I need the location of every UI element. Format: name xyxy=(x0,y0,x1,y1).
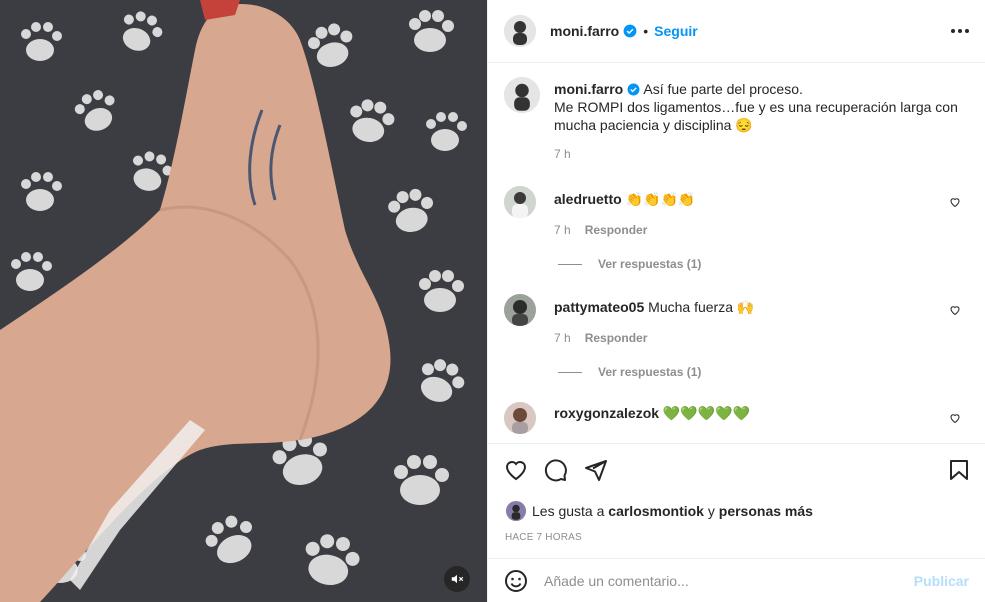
comment-icon[interactable] xyxy=(544,458,568,482)
comment-username[interactable]: roxygonzalezok xyxy=(554,405,659,421)
post-actions: Les gusta a carlosmontiok y personas más… xyxy=(488,443,985,559)
publish-button[interactable]: Publicar xyxy=(914,573,969,589)
comment-text: 👏👏👏👏 xyxy=(625,191,696,207)
share-icon[interactable] xyxy=(584,458,608,482)
add-comment-bar: Publicar xyxy=(488,558,985,602)
more-options-icon[interactable] xyxy=(951,29,969,33)
mute-icon xyxy=(451,574,464,584)
heart-icon[interactable] xyxy=(504,458,528,482)
view-replies-button[interactable]: Ver respuestas (1) xyxy=(558,365,701,379)
mute-button[interactable] xyxy=(444,566,470,592)
comment-text: 💚💚💚💚💚 xyxy=(662,405,751,421)
post-header: moni.farro • Seguir xyxy=(488,0,985,63)
post-photo xyxy=(0,0,487,602)
caption-time[interactable]: 7 h xyxy=(554,147,974,161)
comment-input[interactable] xyxy=(542,571,914,590)
comment-username[interactable]: aledruetto xyxy=(554,191,622,207)
likes-user[interactable]: carlosmontiok xyxy=(608,503,704,519)
bookmark-icon[interactable] xyxy=(947,458,971,482)
post-timestamp[interactable]: HACE 7 HORAS xyxy=(505,532,582,543)
reply-button[interactable]: Responder xyxy=(585,331,648,345)
post-image[interactable] xyxy=(0,0,487,602)
comment-text: Mucha fuerza 🙌 xyxy=(648,299,755,315)
avatar[interactable] xyxy=(504,15,536,47)
caption-line-2: Me ROMPI dos ligamentos…fue y es una rec… xyxy=(554,99,958,115)
verified-icon xyxy=(623,24,637,38)
avatar[interactable] xyxy=(506,501,526,521)
likes-connector: y xyxy=(707,503,715,519)
comment-time[interactable]: 7 h xyxy=(554,331,571,345)
verified-icon xyxy=(627,83,640,96)
like-comment-heart-icon[interactable] xyxy=(949,412,961,424)
avatar[interactable] xyxy=(504,294,536,326)
avatar[interactable] xyxy=(504,77,540,113)
likes-prefix: Les gusta a xyxy=(532,503,605,519)
follow-button[interactable]: Seguir xyxy=(654,23,698,39)
comments-list[interactable]: moni.farro Así fue parte del proceso. Me… xyxy=(488,63,985,443)
separator-dot: • xyxy=(643,23,649,39)
avatar[interactable] xyxy=(504,402,536,434)
likes-summary: Les gusta a carlosmontiok y personas más xyxy=(506,501,813,521)
like-comment-heart-icon[interactable] xyxy=(949,196,961,208)
reply-button[interactable]: Responder xyxy=(585,223,648,237)
comment-username[interactable]: pattymateo05 xyxy=(554,299,644,315)
caption-line-3: mucha paciencia y disciplina 😔 xyxy=(554,117,753,133)
view-replies-label: Ver respuestas (1) xyxy=(598,365,702,379)
emoji-icon[interactable] xyxy=(504,569,528,593)
caption-line-1: Así fue parte del proceso. xyxy=(643,81,803,97)
caption-username[interactable]: moni.farro xyxy=(554,81,623,97)
view-replies-button[interactable]: Ver respuestas (1) xyxy=(558,257,701,271)
like-comment-heart-icon[interactable] xyxy=(949,304,961,316)
header-username[interactable]: moni.farro xyxy=(550,23,619,39)
post-panel: moni.farro • Seguir moni.farro Así fue p… xyxy=(487,0,985,602)
comment-time[interactable]: 7 h xyxy=(554,223,571,237)
avatar[interactable] xyxy=(504,186,536,218)
view-replies-label: Ver respuestas (1) xyxy=(598,257,702,271)
likes-others[interactable]: personas más xyxy=(719,503,813,519)
